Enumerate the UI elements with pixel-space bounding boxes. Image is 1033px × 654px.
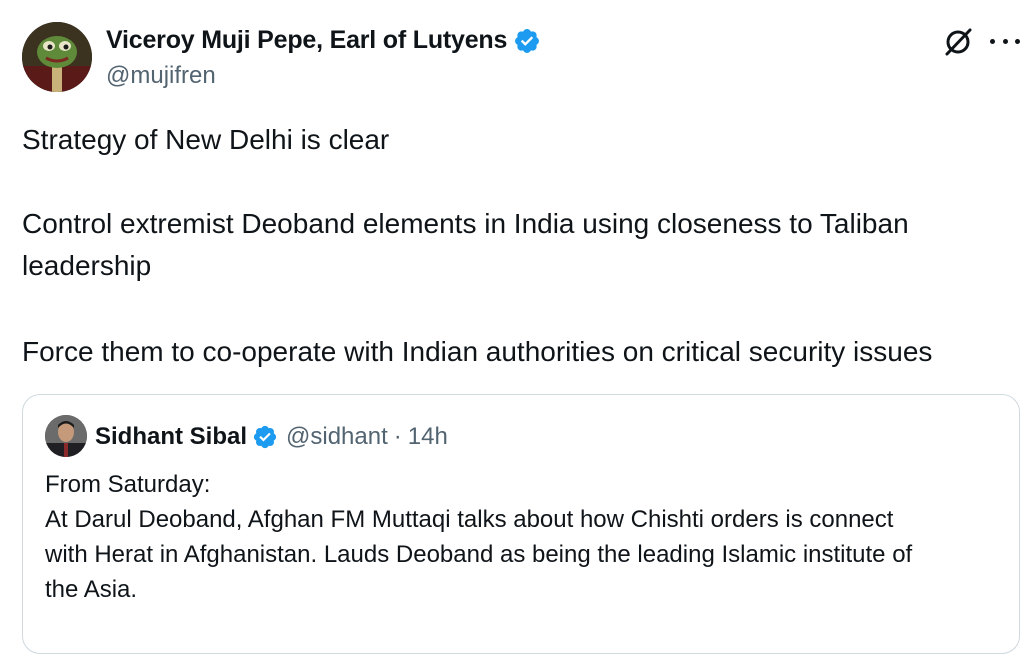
quote-text-line-3: with Herat in Afghanistan. Lauds Deoband… — [45, 541, 913, 568]
author-name-row: Viceroy Muji Pepe, Earl of Lutyens — [106, 26, 541, 55]
author-display-name[interactable]: Viceroy Muji Pepe, Earl of Lutyens — [106, 26, 507, 55]
tweet-text-paragraph-1: Strategy of New Delhi is clear — [22, 124, 390, 155]
quoted-tweet-card[interactable]: Sidhant Sibal @sidhant · 14h From Saturd… — [22, 394, 1020, 654]
quote-header: Sidhant Sibal @sidhant · 14h — [95, 423, 448, 451]
author-avatar[interactable] — [22, 22, 92, 92]
verified-badge-icon — [253, 425, 277, 449]
more-dot — [1002, 38, 1008, 44]
more-dot — [990, 38, 995, 44]
quote-author-avatar[interactable] — [45, 415, 87, 457]
tweet: Viceroy Muji Pepe, Earl of Lutyens @muji… — [0, 0, 1033, 654]
verified-badge-icon — [515, 28, 540, 53]
tweet-text-paragraph-3: Force them to co-operate with Indian aut… — [22, 336, 933, 367]
quote-separator: · — [393, 423, 402, 450]
quote-timestamp[interactable]: 14h — [408, 423, 448, 451]
author-handle[interactable]: @mujifren — [106, 62, 216, 90]
grok-icon[interactable] — [942, 26, 974, 58]
quote-author-display-name[interactable]: Sidhant Sibal — [95, 423, 247, 451]
quote-text-line-1: From Saturday: — [45, 471, 211, 498]
tweet-text-paragraph-2-line-2: leadership — [22, 250, 152, 281]
more-options-icon[interactable] — [990, 28, 1020, 54]
quote-text-line-2: At Darul Deoband, Afghan FM Muttaqi talk… — [45, 506, 894, 533]
quote-text-line-4: the Asia. — [45, 576, 138, 603]
quote-author-handle[interactable]: @sidhant — [286, 423, 388, 451]
more-dot — [1015, 38, 1020, 44]
tweet-text-paragraph-2-line-1: Control extremist Deoband elements in In… — [22, 208, 909, 239]
